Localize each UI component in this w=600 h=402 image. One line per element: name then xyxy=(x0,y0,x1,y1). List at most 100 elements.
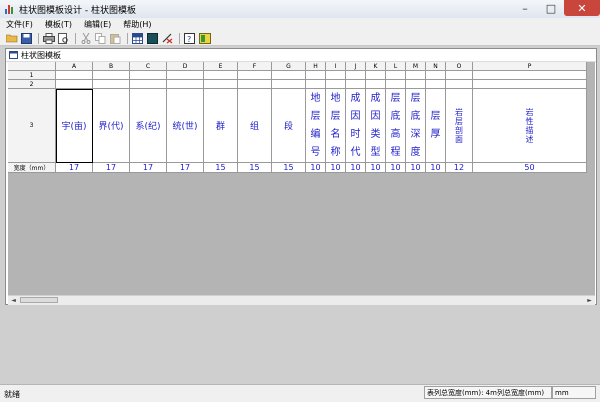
column-header-h[interactable]: H xyxy=(306,62,326,71)
width-cell[interactable]: 17 xyxy=(56,163,93,173)
table-cell[interactable] xyxy=(306,71,326,80)
delete-column-icon[interactable] xyxy=(161,32,174,44)
table-cell[interactable] xyxy=(130,71,167,80)
table-cell[interactable] xyxy=(326,80,346,89)
column-header-n[interactable]: N xyxy=(426,62,446,71)
table-cell[interactable] xyxy=(446,71,473,80)
column-header-f[interactable]: F xyxy=(238,62,272,71)
table-cell[interactable] xyxy=(238,71,272,80)
header-cell-b[interactable]: 界(代) xyxy=(93,89,130,163)
open-icon[interactable] xyxy=(5,32,18,44)
table-cell[interactable] xyxy=(56,80,93,89)
row-header[interactable]: 1 xyxy=(8,71,56,80)
row-header[interactable]: 3 xyxy=(8,89,56,163)
save-icon[interactable] xyxy=(20,32,33,44)
print-preview-icon[interactable] xyxy=(57,32,70,44)
close-button[interactable]: ✕ xyxy=(564,0,600,16)
header-cell-j[interactable]: 成因时代 xyxy=(346,89,366,163)
width-cell[interactable]: 10 xyxy=(306,163,326,173)
table-cell[interactable] xyxy=(406,80,426,89)
width-cell[interactable]: 10 xyxy=(426,163,446,173)
column-header-j[interactable]: J xyxy=(346,62,366,71)
table-cell[interactable] xyxy=(426,80,446,89)
table-cell[interactable] xyxy=(204,71,238,80)
column-header-c[interactable]: C xyxy=(130,62,167,71)
scroll-thumb[interactable] xyxy=(20,297,58,303)
header-cell-o[interactable]: 岩层剖面 xyxy=(446,89,473,163)
column-header-k[interactable]: K xyxy=(366,62,386,71)
copy-icon[interactable] xyxy=(94,32,107,44)
menu-template[interactable]: 模板(T) xyxy=(39,19,78,30)
table-cell[interactable] xyxy=(406,71,426,80)
header-cell-e[interactable]: 群 xyxy=(204,89,238,163)
maximize-button[interactable]: □ xyxy=(538,0,564,16)
width-cell[interactable]: 10 xyxy=(346,163,366,173)
width-cell[interactable]: 10 xyxy=(326,163,346,173)
column-header-d[interactable]: D xyxy=(167,62,204,71)
table-cell[interactable] xyxy=(272,80,306,89)
width-cell[interactable]: 15 xyxy=(272,163,306,173)
header-cell-p[interactable]: 岩性描述 xyxy=(473,89,587,163)
table-cell[interactable] xyxy=(167,71,204,80)
column-header-i[interactable]: I xyxy=(326,62,346,71)
paste-icon[interactable] xyxy=(109,32,122,44)
table-cell[interactable] xyxy=(204,80,238,89)
column-header-m[interactable]: M xyxy=(406,62,426,71)
width-cell[interactable]: 50 xyxy=(473,163,587,173)
scroll-left-icon[interactable]: ◄ xyxy=(9,296,18,305)
header-cell-l[interactable]: 层底高程 xyxy=(386,89,406,163)
table-cell[interactable] xyxy=(93,80,130,89)
width-cell[interactable]: 15 xyxy=(204,163,238,173)
width-cell[interactable]: 17 xyxy=(167,163,204,173)
width-cell[interactable]: 12 xyxy=(446,163,473,173)
header-cell-f[interactable]: 组 xyxy=(238,89,272,163)
column-header-g[interactable]: G xyxy=(272,62,306,71)
print-icon[interactable] xyxy=(42,32,55,44)
table-cell[interactable] xyxy=(56,71,93,80)
width-cell[interactable]: 17 xyxy=(130,163,167,173)
menu-help[interactable]: 帮助(H) xyxy=(117,19,157,30)
header-cell-m[interactable]: 层底深度 xyxy=(406,89,426,163)
row-header[interactable]: 2 xyxy=(8,80,56,89)
table-cell[interactable] xyxy=(386,71,406,80)
table-cell[interactable] xyxy=(446,80,473,89)
column-header-p[interactable]: P xyxy=(473,62,587,71)
scroll-right-icon[interactable]: ► xyxy=(585,296,594,305)
header-cell-d[interactable]: 统(世) xyxy=(167,89,204,163)
header-cell-h[interactable]: 地层编号 xyxy=(306,89,326,163)
column-header-e[interactable]: E xyxy=(204,62,238,71)
help-icon[interactable]: ? xyxy=(183,32,196,44)
table-cell[interactable] xyxy=(306,80,326,89)
column-header-l[interactable]: L xyxy=(386,62,406,71)
grid-corner[interactable] xyxy=(8,62,56,71)
cut-icon[interactable] xyxy=(79,32,92,44)
header-cell-n[interactable]: 层厚 xyxy=(426,89,446,163)
column-icon[interactable] xyxy=(146,32,159,44)
table-cell[interactable] xyxy=(130,80,167,89)
table-cell[interactable] xyxy=(386,80,406,89)
grid-icon[interactable] xyxy=(131,32,144,44)
width-cell[interactable]: 10 xyxy=(386,163,406,173)
table-cell[interactable] xyxy=(366,71,386,80)
horizontal-scrollbar[interactable]: ◄ ► xyxy=(8,295,595,305)
header-cell-i[interactable]: 地层名称 xyxy=(326,89,346,163)
table-cell[interactable] xyxy=(93,71,130,80)
table-cell[interactable] xyxy=(346,80,366,89)
menu-edit[interactable]: 编辑(E) xyxy=(78,19,117,30)
table-cell[interactable] xyxy=(272,71,306,80)
header-cell-g[interactable]: 段 xyxy=(272,89,306,163)
table-cell[interactable] xyxy=(238,80,272,89)
header-cell-c[interactable]: 系(纪) xyxy=(130,89,167,163)
header-cell-a[interactable]: 宇(亩) xyxy=(56,89,93,163)
table-cell[interactable] xyxy=(426,71,446,80)
table-cell[interactable] xyxy=(346,71,366,80)
width-cell[interactable]: 10 xyxy=(406,163,426,173)
width-cell[interactable]: 10 xyxy=(366,163,386,173)
column-header-b[interactable]: B xyxy=(93,62,130,71)
width-cell[interactable]: 15 xyxy=(238,163,272,173)
menu-file[interactable]: 文件(F) xyxy=(0,19,39,30)
about-icon[interactable] xyxy=(198,32,211,44)
width-cell[interactable]: 17 xyxy=(93,163,130,173)
table-cell[interactable] xyxy=(326,71,346,80)
minimize-button[interactable]: – xyxy=(512,0,538,16)
